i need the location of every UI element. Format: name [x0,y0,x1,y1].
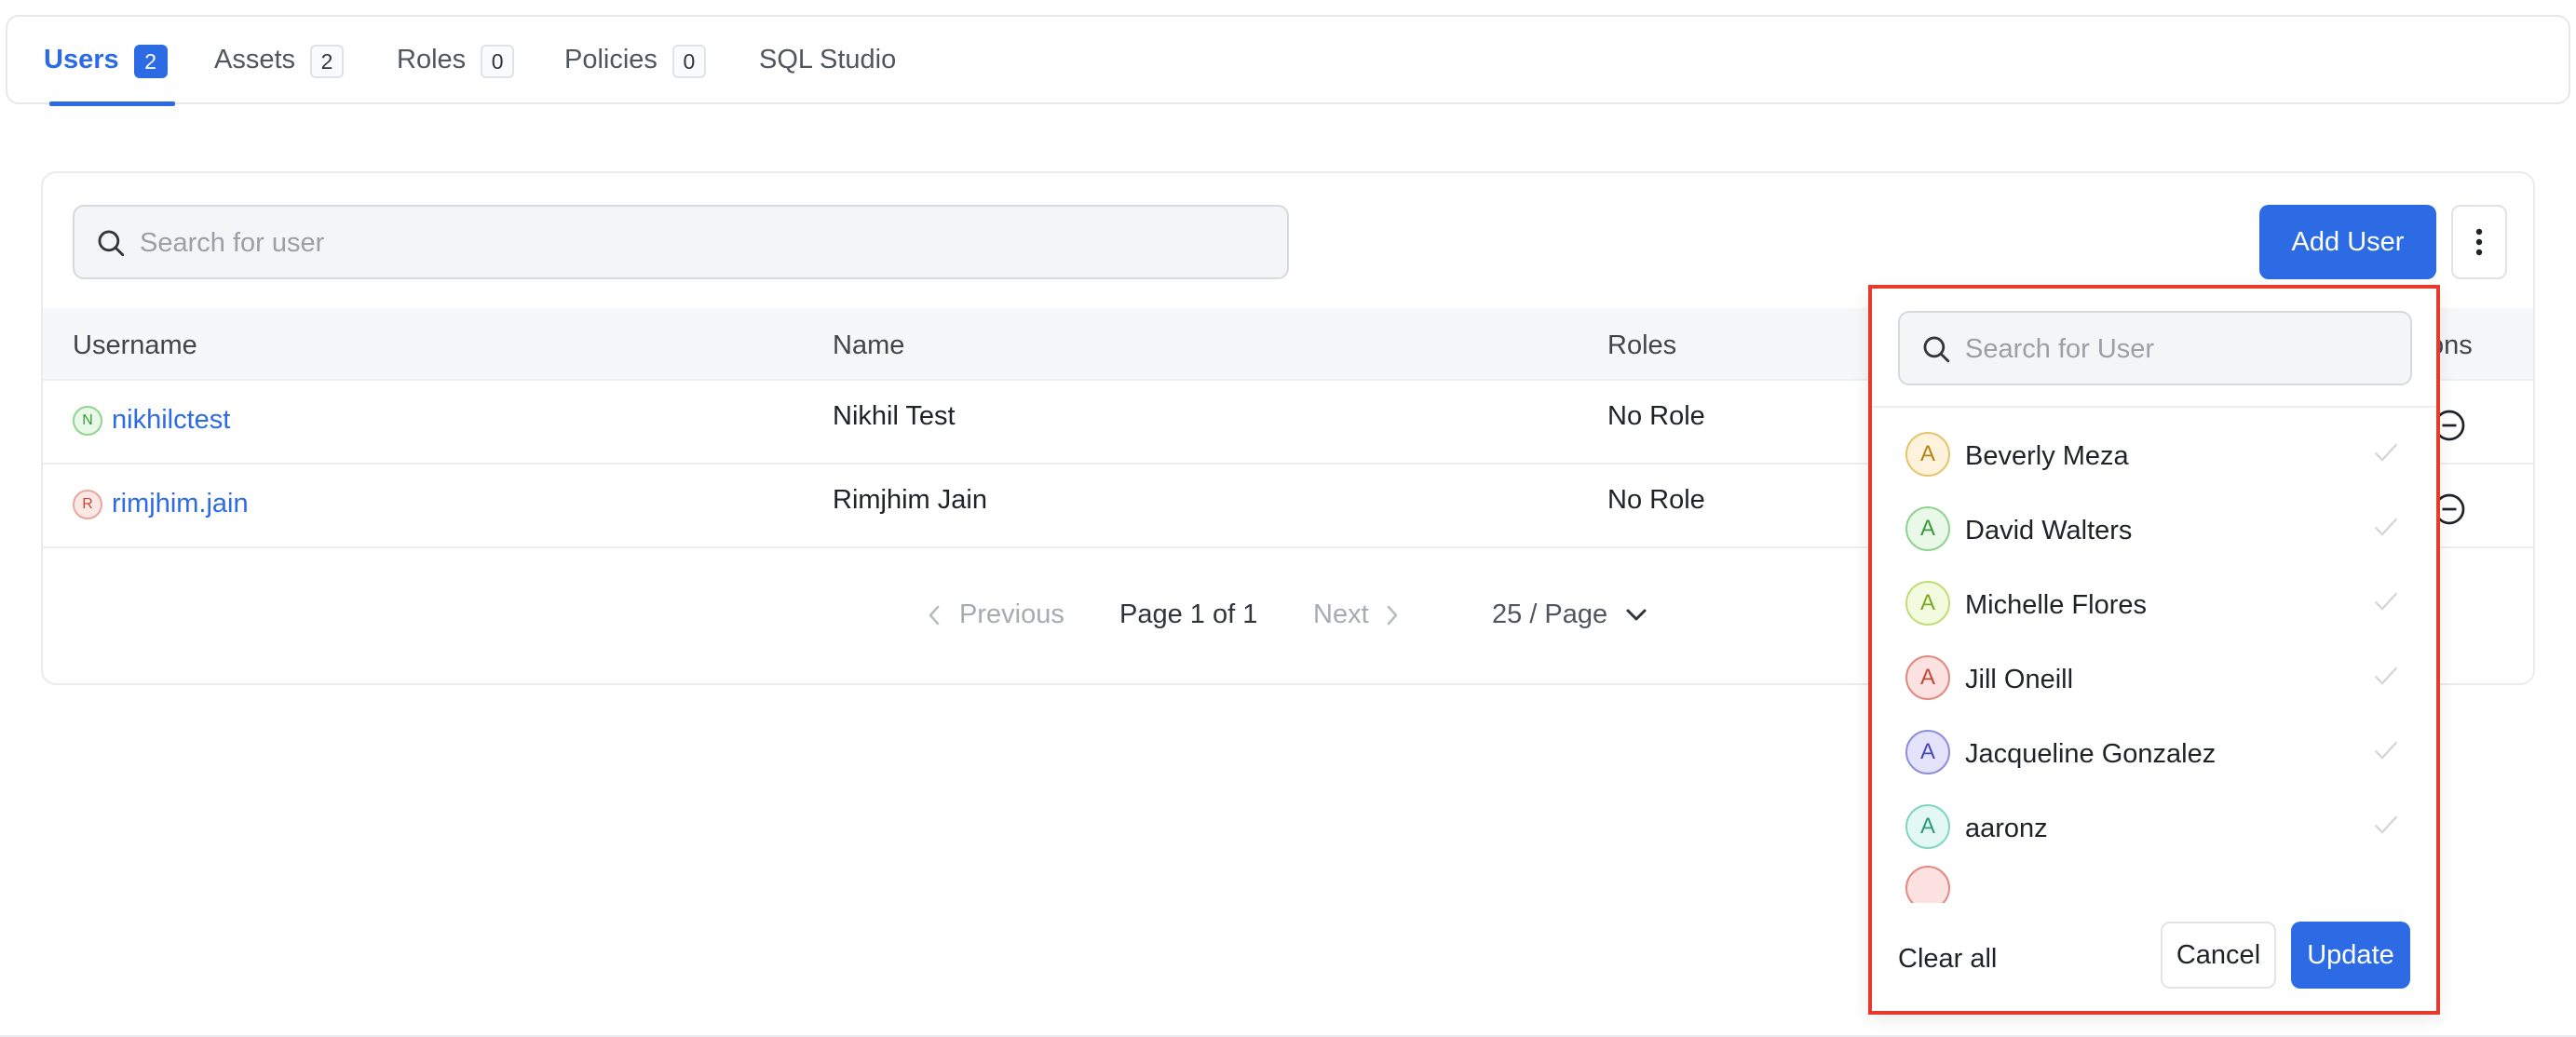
tab-policies-label: Policies [564,45,658,74]
column-header-name: Name [833,330,905,360]
list-item-label: Jill Oneill [1965,665,2074,694]
tab-users-label: Users [44,45,119,74]
tab-roles-count: 0 [481,45,515,78]
next-page-button[interactable]: Next [1313,599,1401,630]
list-item-label: Beverly Meza [1965,441,2129,471]
avatar [1905,866,1950,903]
chevron-right-icon [1387,605,1397,625]
chevron-down-icon [1626,609,1647,620]
avatar: A [1905,506,1950,551]
tab-assets-count: 2 [310,45,345,78]
name-cell: Nikhil Test [833,401,956,431]
update-button[interactable]: Update [2291,922,2410,989]
list-item[interactable]: A Michelle Flores [1872,566,2436,640]
list-item[interactable]: A David Walters [1872,492,2436,566]
previous-label: Previous [959,599,1064,629]
dropdown-user-list: A Beverly Meza A David Walters A Michell… [1872,417,2436,903]
more-vertical-icon [2475,228,2483,256]
list-item-label: aaronz [1965,814,2048,843]
user-search-input[interactable] [140,223,1257,263]
user-select-dropdown: A Beverly Meza A David Walters A Michell… [1868,285,2440,1015]
avatar: A [1905,655,1950,700]
previous-page-button[interactable]: Previous [926,599,1064,630]
avatar: N [73,405,102,436]
avatar: A [1905,804,1950,849]
search-icon [98,230,125,257]
divider [1872,406,2436,408]
name-cell: Rimjhim Jain [833,485,987,515]
next-label: Next [1313,599,1369,629]
column-header-username: Username [73,330,197,360]
list-item-label: Jacqueline Gonzalez [1965,739,2217,769]
list-item[interactable]: A Jill Oneill [1872,640,2436,715]
username-cell: R rimjhim.jain [73,489,249,519]
check-icon [2375,667,2397,685]
add-user-button[interactable]: Add User [2259,205,2436,279]
user-search-box[interactable] [73,205,1289,279]
list-item[interactable]: A Beverly Meza [1872,417,2436,492]
check-icon [2375,592,2397,611]
dropdown-footer: Clear all Cancel Update [1872,903,2436,1005]
avatar: A [1905,581,1950,626]
page-size-label: 25 / Page [1492,599,1608,629]
tab-sql-studio[interactable]: SQL Studio [759,45,896,99]
list-item[interactable]: A aaronz [1872,789,2436,864]
roles-cell: No Role [1607,485,1705,515]
roles-cell: No Role [1607,401,1705,431]
clear-all-button[interactable]: Clear all [1898,944,1997,975]
tab-roles-label: Roles [397,45,467,74]
tab-sql-studio-label: SQL Studio [759,45,897,74]
search-icon [1923,336,1950,363]
avatar: A [1905,432,1950,477]
tab-roles[interactable]: Roles 0 [397,45,515,99]
page-size-select[interactable]: 25 / Page [1492,599,1648,630]
active-tab-indicator [49,101,175,106]
list-item-label: Michelle Flores [1965,590,2147,620]
tab-assets-label: Assets [214,45,296,74]
avatar: A [1905,730,1950,774]
avatar: R [73,489,102,519]
page-info: Page 1 of 1 [1119,599,1258,629]
more-options-button[interactable] [2451,205,2507,279]
check-icon [2375,815,2397,834]
cancel-button[interactable]: Cancel [2161,922,2276,989]
username-cell: N nikhilctest [73,405,230,436]
username-link[interactable]: nikhilctest [112,405,230,436]
tab-users-count: 2 [133,45,168,78]
list-item-label: David Walters [1965,516,2133,545]
check-icon [2375,443,2397,462]
dropdown-search-input[interactable] [1965,330,2393,369]
check-icon [2375,741,2397,760]
tab-policies[interactable]: Policies 0 [564,45,706,99]
tab-assets[interactable]: Assets 2 [214,45,345,99]
column-header-roles: Roles [1607,330,1677,360]
list-item[interactable]: A Jacqueline Gonzalez [1872,715,2436,789]
dropdown-search-box[interactable] [1898,311,2412,385]
tab-users[interactable]: Users 2 [44,45,168,99]
check-icon [2375,518,2397,536]
chevron-left-icon [929,605,940,625]
username-link[interactable]: rimjhim.jain [112,489,249,519]
tab-bar: Users 2 Assets 2 Roles 0 Policies 0 SQL … [6,15,2570,106]
tab-policies-count: 0 [671,45,706,78]
